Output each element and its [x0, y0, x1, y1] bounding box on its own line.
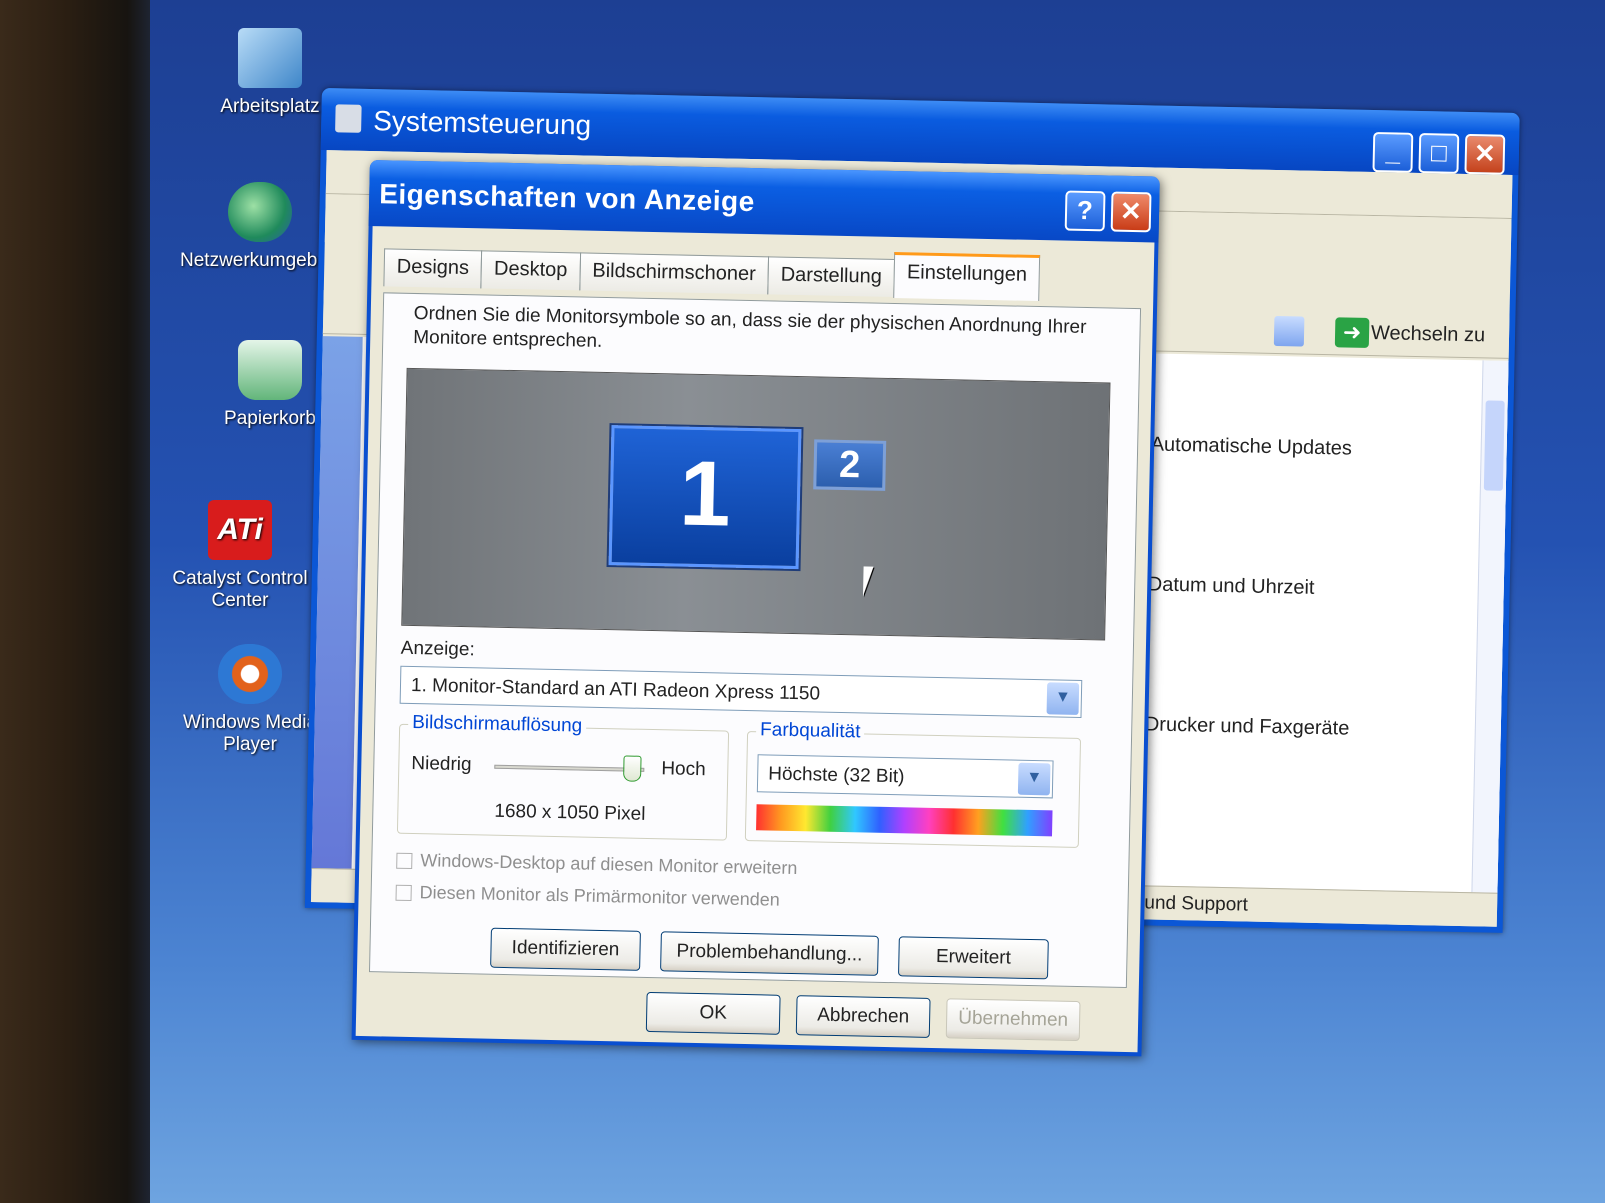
primary-monitor-label: Diesen Monitor als Primärmonitor verwend…	[419, 882, 780, 910]
chevron-down-icon[interactable]: ▼	[1017, 762, 1051, 796]
desktop-icon-label: Arbeitsplatz	[220, 96, 320, 117]
primary-monitor-checkbox[interactable]: Diesen Monitor als Primärmonitor verwend…	[395, 882, 780, 911]
resolution-value: 1680 x 1050 Pixel	[494, 800, 646, 825]
close-button[interactable]: ✕	[1464, 133, 1506, 175]
recycle-bin-icon	[238, 340, 302, 400]
network-icon	[228, 182, 292, 242]
checkbox-box[interactable]	[395, 884, 412, 902]
color-spectrum-bar	[756, 804, 1053, 837]
monitor-bezel	[0, 0, 170, 1203]
tab-appearance[interactable]: Darstellung	[767, 256, 896, 298]
control-panel-icon	[335, 104, 362, 133]
apply-button[interactable]: Übernehmen	[945, 998, 1081, 1042]
desktop-icon-label: Papierkorb	[224, 408, 316, 429]
dialog-body: Designs Desktop Bildschirmschoner Darste…	[355, 226, 1155, 1053]
tab-desktop[interactable]: Desktop	[480, 250, 581, 291]
cp-item-automatic-updates[interactable]: Automatische Updates	[1150, 433, 1352, 460]
resolution-high-label: Hoch	[661, 758, 706, 781]
go-button-label[interactable]: Wechseln zu	[1371, 322, 1486, 347]
desktop-icon-network[interactable]: Netzwerkumgebung	[180, 182, 349, 272]
resolution-slider-thumb[interactable]	[623, 755, 642, 782]
identify-button[interactable]: Identifizieren	[490, 927, 641, 971]
minimize-button[interactable]: _	[1372, 132, 1414, 173]
color-quality-select[interactable]: Höchste (32 Bit) ▼	[756, 754, 1054, 799]
tab-screensaver[interactable]: Bildschirmschoner	[578, 252, 770, 295]
color-quality-value: Höchste (32 Bit)	[768, 763, 905, 788]
desktop-icon-label: Windows Media Player	[182, 712, 318, 755]
intro-text: Ordnen Sie die Monitorsymbole so an, das…	[413, 302, 1087, 352]
extend-desktop-checkbox[interactable]: Windows-Desktop auf diesen Monitor erwei…	[396, 850, 798, 879]
cp-item-printers[interactable]: Drucker und Faxgeräte	[1145, 713, 1350, 740]
maximize-button[interactable]: □	[1418, 132, 1460, 174]
tab-strip: Designs Desktop Bildschirmschoner Darste…	[383, 240, 1041, 302]
chevron-down-icon[interactable]: ▼	[1046, 682, 1080, 715]
monitor-1-icon[interactable]: 1	[608, 425, 802, 570]
dialog-close-button[interactable]: ✕	[1110, 191, 1152, 233]
resolution-slider-track[interactable]	[494, 764, 645, 772]
scrollbar-thumb[interactable]	[1483, 400, 1505, 491]
ok-button[interactable]: OK	[645, 991, 781, 1035]
resolution-group: Bildschirmauflösung Niedrig Hoch 1680 x …	[396, 711, 730, 841]
display-select[interactable]: 1. Monitor-Standard an ATI Radeon Xpress…	[399, 665, 1083, 719]
control-panel-title: Systemsteuerung	[373, 105, 592, 141]
extend-desktop-label: Windows-Desktop auf diesen Monitor erwei…	[420, 850, 798, 879]
go-arrow-icon[interactable]: ➜	[1334, 317, 1370, 348]
resolution-low-label: Niedrig	[411, 753, 472, 776]
computer-icon	[238, 28, 302, 88]
desktop-icon-label: Catalyst Control Center	[172, 568, 308, 611]
monitor-arrangement-area: 1 2	[401, 367, 1111, 641]
cancel-button[interactable]: Abbrechen	[795, 995, 931, 1038]
help-button[interactable]: ?	[1064, 190, 1106, 232]
dialog-title: Eigenschaften von Anzeige	[378, 178, 756, 218]
ati-icon: ATi	[208, 500, 272, 560]
cp-item-date-time[interactable]: Datum und Uhrzeit	[1148, 573, 1315, 599]
desktop-icon-media-player[interactable]: Windows Media Player	[170, 644, 330, 756]
display-properties-dialog: Eigenschaften von Anzeige ? ✕ Designs De…	[351, 160, 1160, 1057]
vertical-scrollbar[interactable]	[1471, 360, 1509, 893]
color-quality-group: Farbqualität Höchste (32 Bit) ▼	[744, 719, 1082, 848]
media-player-icon	[218, 644, 282, 704]
mouse-cursor-icon	[862, 566, 874, 597]
display-label: Anzeige:	[400, 637, 475, 661]
resolution-group-title: Bildschirmauflösung	[407, 711, 587, 738]
checkbox-box[interactable]	[396, 852, 413, 870]
advanced-button[interactable]: Erweitert	[898, 936, 1049, 980]
settings-panel: Ordnen Sie die Monitorsymbole so an, das…	[368, 292, 1142, 989]
tab-designs[interactable]: Designs	[383, 248, 483, 289]
desktop-icon-catalyst[interactable]: ATi Catalyst Control Center	[160, 500, 320, 612]
monitor-2-icon[interactable]: 2	[813, 439, 887, 491]
address-dropdown-button[interactable]	[1273, 315, 1305, 347]
troubleshoot-button[interactable]: Problembehandlung...	[660, 931, 879, 976]
color-quality-group-title: Farbqualität	[755, 719, 865, 744]
tab-settings[interactable]: Einstellungen	[893, 252, 1041, 302]
display-select-value: 1. Monitor-Standard an ATI Radeon Xpress…	[410, 674, 821, 705]
